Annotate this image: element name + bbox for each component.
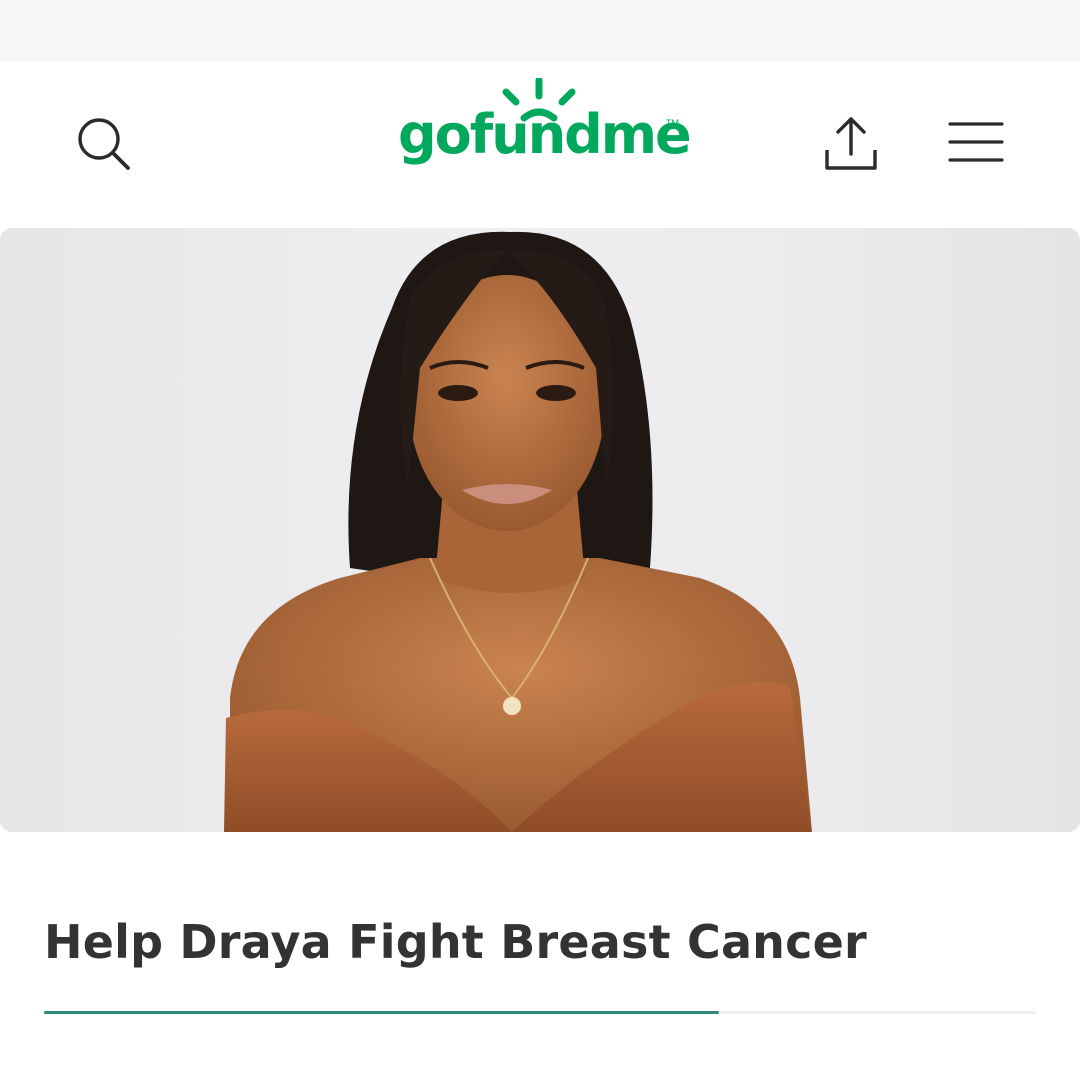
trademark-mark: TM (666, 118, 679, 128)
share-icon (825, 117, 877, 170)
status-bar-area (0, 0, 1080, 62)
fundraising-progress-bar (44, 1011, 1036, 1014)
portrait-photo (224, 231, 812, 832)
gofundme-logo[interactable]: gofundme TM (398, 78, 692, 188)
menu-button[interactable] (946, 118, 1008, 168)
campaign-hero-image[interactable] (0, 228, 1080, 832)
share-button[interactable] (818, 110, 884, 176)
logo-wordmark: gofundme (398, 103, 692, 166)
hamburger-menu-icon (948, 122, 1004, 162)
campaign-title: Help Draya Fight Breast Cancer (44, 915, 867, 969)
top-navigation-bar: gofundme TM (0, 62, 1080, 228)
search-icon (78, 118, 130, 170)
progress-bar-fill (44, 1011, 719, 1014)
search-button[interactable] (72, 112, 134, 174)
